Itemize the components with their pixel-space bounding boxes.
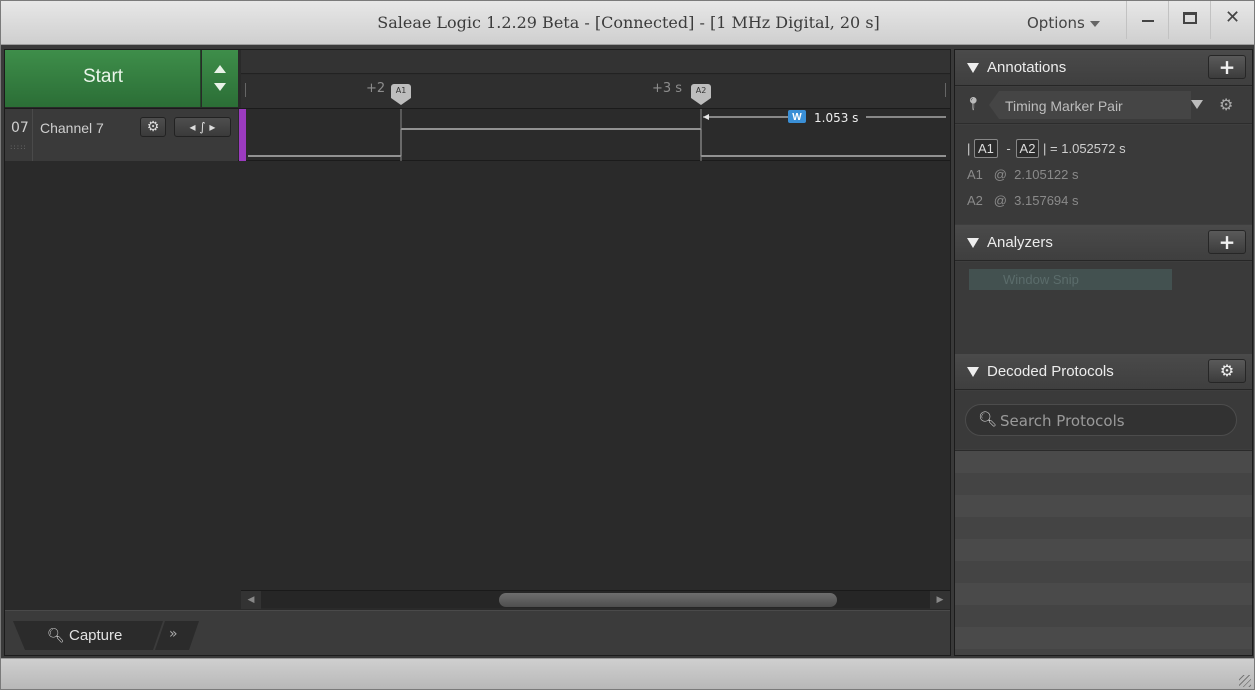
- marker-tag: A1: [974, 139, 998, 158]
- marker-label: A1: [391, 84, 411, 98]
- collapse-triangle-icon[interactable]: [967, 367, 979, 377]
- search-icon: 🔍︎: [978, 410, 998, 428]
- channel-name[interactable]: Channel 7: [40, 120, 104, 136]
- close-icon: ✕: [1225, 7, 1241, 28]
- scroll-right-icon[interactable]: ▶: [930, 591, 950, 609]
- scroll-thumb[interactable]: [499, 593, 837, 607]
- time-ruler[interactable]: +2 +3 s A1 A2: [241, 75, 950, 108]
- timeline-overview[interactable]: [241, 50, 950, 74]
- marker-name: A1: [967, 167, 983, 182]
- plus-icon: +: [1218, 55, 1236, 79]
- decoded-protocols-title: Decoded Protocols: [987, 363, 1114, 380]
- trigger-edge-icon: ◂ ∫ ▸: [189, 120, 216, 134]
- ruler-edge-tick: [945, 83, 946, 97]
- marker-pointer: [391, 98, 411, 105]
- speed-stepper-button[interactable]: [202, 50, 238, 107]
- minimize-button[interactable]: [1126, 1, 1168, 39]
- options-menu[interactable]: Options: [1027, 14, 1100, 32]
- minus-sign: -: [1006, 141, 1011, 156]
- channel-header[interactable]: 07 ::::: Channel 7 ⚙ ◂ ∫ ▸: [5, 109, 238, 161]
- ruler-edge-tick: [245, 83, 246, 97]
- decoded-settings-button[interactable]: ⚙: [1208, 359, 1246, 383]
- annotations-header[interactable]: Annotations +: [955, 50, 1252, 86]
- channel-number: 07: [11, 120, 29, 136]
- start-label[interactable]: Start: [5, 66, 201, 88]
- marker-time-line: A1 @ 2.105122 s: [967, 167, 1079, 182]
- marker-a1[interactable]: A1: [391, 84, 411, 106]
- bottom-tab-bar: 🔍︎ Capture »: [5, 610, 950, 655]
- decoded-search-area: 🔍︎: [955, 391, 1252, 449]
- maximize-button[interactable]: [1168, 1, 1210, 39]
- chevron-down-icon[interactable]: [1191, 100, 1203, 109]
- plus-icon: +: [1218, 230, 1236, 254]
- options-label[interactable]: Options: [1027, 14, 1085, 32]
- channel-settings-button[interactable]: ⚙: [140, 117, 166, 137]
- arrow-up-icon: [214, 65, 226, 73]
- minimize-icon: [1142, 20, 1154, 22]
- analyzers-title: Analyzers: [987, 234, 1053, 251]
- title-bar: Saleae Logic 1.2.29 Beta - [Connected] -…: [1, 1, 1254, 45]
- pin-icon[interactable]: 📍︎: [965, 97, 982, 112]
- analyzers-list: Window Snip: [955, 262, 1252, 354]
- tab-capture-label: Capture: [69, 627, 123, 644]
- delta-value: 1.052572 s: [1061, 141, 1126, 156]
- gear-icon: ⚙: [1219, 361, 1235, 380]
- close-button[interactable]: ✕: [1210, 1, 1252, 39]
- marker-pointer: [691, 98, 711, 105]
- annotation-row: 📍︎ Timing Marker Pair ⚙: [955, 87, 1252, 124]
- status-bar: [1, 658, 1254, 689]
- channel-waveform[interactable]: W 1.053 s: [248, 109, 946, 161]
- marker-name: A2: [967, 193, 983, 208]
- annotation-type-label[interactable]: Timing Marker Pair: [1005, 98, 1123, 114]
- window-snip-overlay: Window Snip: [969, 269, 1172, 290]
- marker-tag: A2: [1015, 139, 1040, 158]
- search-box[interactable]: 🔍︎: [965, 404, 1237, 436]
- side-panel: Annotations + 📍︎ Timing Marker Pair ⚙ | …: [954, 49, 1253, 656]
- delta-line: | A1 - A2 | = 1.052572 s: [967, 139, 1126, 158]
- analyzers-header[interactable]: Analyzers +: [955, 225, 1252, 261]
- annotation-measurements: | A1 - A2 | = 1.052572 s A1 @ 2.105122 s …: [955, 125, 1252, 224]
- scroll-left-icon[interactable]: ◀: [241, 591, 261, 609]
- timeline-header[interactable]: +2 +3 s A1 A2: [241, 50, 950, 108]
- maximize-icon: [1183, 12, 1197, 24]
- marker-time: 2.105122 s: [1014, 167, 1079, 182]
- main-panel: Start +2 +3 s A1 A2 07::::: Channel 7 ⚙…: [4, 49, 951, 656]
- divider: [32, 109, 33, 161]
- measure-value: 1.053 s: [814, 111, 858, 125]
- collapse-triangle-icon[interactable]: [967, 63, 979, 73]
- arrow-down-icon: [214, 83, 226, 91]
- tick-label: +3 s: [652, 81, 683, 96]
- trigger-button[interactable]: ◂ ∫ ▸: [174, 117, 231, 137]
- tab-expand[interactable]: »: [155, 621, 199, 650]
- start-button[interactable]: Start: [5, 50, 201, 107]
- channel-color-strip: [239, 109, 246, 161]
- width-badge-label: W: [792, 112, 802, 123]
- marker-time: 3.157694 s: [1014, 193, 1079, 208]
- measure-arrow: [703, 114, 709, 120]
- marker-time-line: A2 @ 3.157694 s: [967, 193, 1079, 208]
- double-chevron-right-icon: »: [169, 626, 178, 642]
- add-analyzer-button[interactable]: +: [1208, 230, 1246, 254]
- tab-capture[interactable]: 🔍︎ Capture: [13, 621, 163, 650]
- search-protocols-input[interactable]: [1000, 411, 1230, 431]
- add-annotation-button[interactable]: +: [1208, 55, 1246, 79]
- tick-label: +2: [366, 81, 386, 96]
- gear-icon: ⚙: [146, 119, 160, 135]
- gear-icon[interactable]: ⚙: [1219, 95, 1233, 114]
- decoded-protocols-list[interactable]: [955, 450, 1252, 655]
- capture-icon: 🔍︎: [47, 628, 65, 644]
- decoded-protocols-header[interactable]: Decoded Protocols ⚙: [955, 354, 1252, 390]
- horizontal-scrollbar[interactable]: ◀ ▶: [241, 590, 950, 609]
- resize-grip-icon[interactable]: [1239, 675, 1251, 687]
- channel-row: 07 ::::: Channel 7 ⚙ ◂ ∫ ▸ W 1.053 s: [5, 108, 950, 161]
- marker-a2[interactable]: A2: [691, 84, 711, 106]
- marker-label: A2: [691, 84, 711, 98]
- chevron-down-icon: [1089, 20, 1100, 27]
- app-window: Saleae Logic 1.2.29 Beta - [Connected] -…: [0, 0, 1255, 690]
- drag-handle-icon[interactable]: :::::: [10, 143, 27, 151]
- plot-area[interactable]: [5, 162, 950, 589]
- collapse-triangle-icon[interactable]: [967, 238, 979, 248]
- annotations-title: Annotations: [987, 59, 1067, 76]
